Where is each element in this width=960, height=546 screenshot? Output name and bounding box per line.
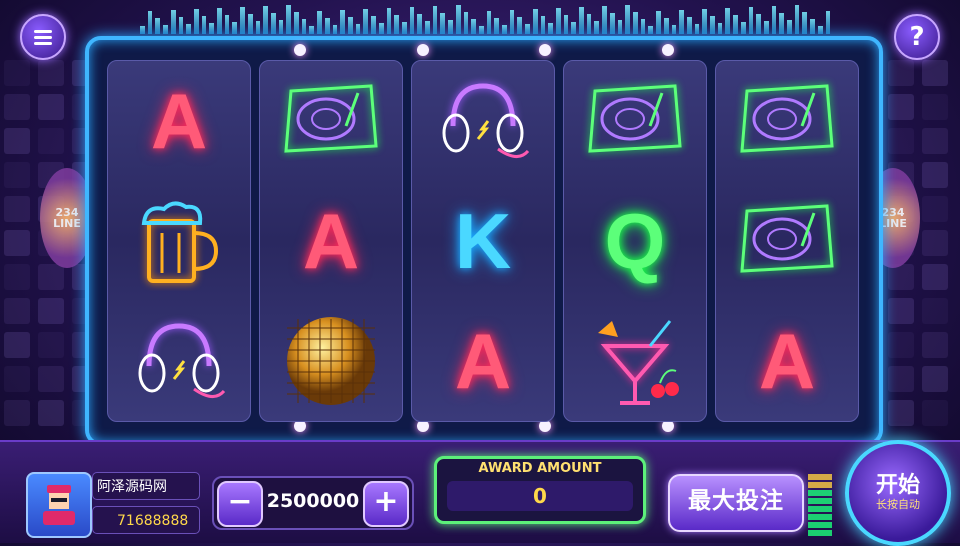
letter-symbol-a: A [454, 316, 512, 405]
max-bet-button[interactable]: 最大投注 [668, 474, 804, 532]
frame-light [417, 44, 429, 56]
reel-symbol [119, 186, 239, 296]
award-amount: 0 [533, 484, 547, 508]
bet-increase-button[interactable]: + [363, 481, 409, 527]
payline-unit: LINE [879, 217, 907, 230]
turntable-icon [740, 84, 834, 153]
bet-amount: 2500000 [266, 490, 360, 512]
bet-decrease-button[interactable]: − [217, 481, 263, 527]
reel-symbol [727, 186, 847, 296]
letter-symbol-k: K [454, 196, 512, 285]
headphones-icon [442, 83, 530, 158]
turntable-icon [284, 84, 378, 153]
slot-machine-frame: AAKAQA [85, 36, 883, 446]
award-title: AWARD AMOUNT [478, 461, 602, 476]
reel-2: A [259, 60, 403, 422]
reel-grid: AAKAQA [107, 60, 859, 422]
reel-symbol: A [423, 306, 543, 416]
letter-symbol-a: A [302, 196, 360, 285]
reel-symbol: K [423, 186, 543, 296]
menu-icon [34, 27, 52, 48]
bet-selector: − 2500000 + [212, 476, 414, 530]
reel-symbol: A [271, 186, 391, 296]
reel-4: Q [563, 60, 707, 422]
frame-light [294, 44, 306, 56]
level-meter-decoration [808, 462, 832, 536]
reel-symbol [271, 66, 391, 176]
reel-5: A [715, 60, 859, 422]
letter-symbol-a: A [150, 76, 208, 165]
reel-symbol: A [119, 66, 239, 176]
letter-symbol-a: A [758, 316, 816, 405]
frame-light [662, 44, 674, 56]
letter-symbol-q: Q [604, 196, 666, 285]
reel-symbol [575, 66, 695, 176]
reel-symbol: Q [575, 186, 695, 296]
player-avatar[interactable] [26, 472, 92, 538]
award-display: 0 [447, 481, 633, 511]
player-name: 阿泽源码网 [92, 472, 200, 500]
headphones-icon [138, 323, 226, 398]
menu-button[interactable] [20, 14, 66, 60]
reel-symbol [271, 306, 391, 416]
reel-symbol [423, 66, 543, 176]
equalizer-decoration [140, 4, 831, 34]
frame-light [539, 44, 551, 56]
spin-label: 开始 [875, 473, 920, 498]
beer-mug-icon [141, 201, 219, 283]
cocktail-icon [598, 320, 679, 405]
player-coins: 71688888 [92, 506, 200, 534]
turntable-icon [588, 84, 682, 153]
reel-symbol: A [727, 306, 847, 416]
help-icon: ? [909, 22, 925, 52]
payline-unit: LINE [53, 217, 81, 230]
reel-1: A [107, 60, 251, 422]
spin-button[interactable]: 开始 长按自动 [845, 440, 951, 546]
reel-symbol [119, 306, 239, 416]
disco-ball-icon [287, 317, 375, 405]
reel-3: KA [411, 60, 555, 422]
avatar-icon [43, 485, 75, 525]
reel-symbol [575, 306, 695, 416]
help-button[interactable]: ? [894, 14, 940, 60]
turntable-icon [740, 204, 834, 273]
reel-symbol [727, 66, 847, 176]
spin-sub-label: 长按自动 [876, 498, 920, 511]
award-panel: AWARD AMOUNT 0 [434, 456, 646, 524]
